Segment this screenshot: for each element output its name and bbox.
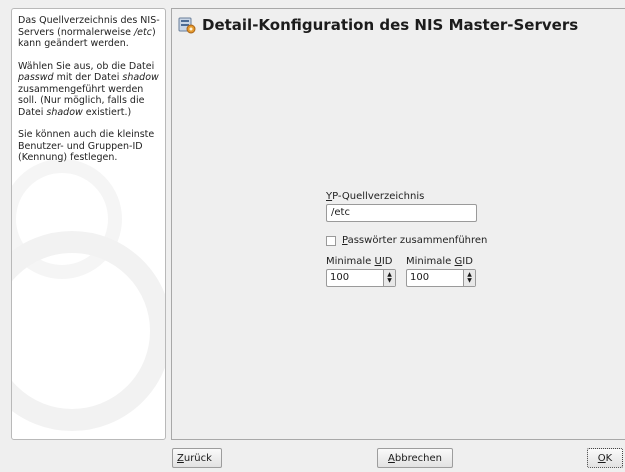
merge-passwords-label[interactable]: Passwörter zusammenführen — [342, 235, 487, 246]
dialog-header: Detail-Konfiguration des NIS Master-Serv… — [178, 13, 625, 37]
min-uid-spinbox[interactable]: 100 ▲ ▼ — [326, 269, 396, 287]
min-gid-label: Minimale GID — [406, 256, 473, 267]
help-decoration-swoosh — [12, 231, 165, 431]
main-panel: Detail-Konfiguration des NIS Master-Serv… — [171, 8, 625, 440]
min-uid-group: Minimale UID 100 ▲ ▼ — [326, 256, 396, 287]
min-uid-label: Minimale UID — [326, 256, 393, 267]
back-button[interactable]: Zurück — [172, 448, 222, 468]
source-dir-input[interactable]: /etc — [326, 204, 477, 222]
min-uid-value[interactable]: 100 — [327, 270, 383, 286]
help-paragraph-source-dir: Das Quellverzeichnis des NIS-Servers (no… — [18, 15, 160, 49]
spin-down-icon[interactable]: ▼ — [387, 278, 392, 284]
cancel-button[interactable]: Abbrechen — [377, 448, 453, 468]
spin-down-icon[interactable]: ▼ — [467, 278, 472, 284]
help-paragraph-ids: Sie können auch die kleinste Benutzer- u… — [18, 129, 155, 163]
config-form: YP-Quellverzeichnis /etc Passwörter zusa… — [326, 191, 526, 287]
merge-passwords-checkbox[interactable] — [326, 235, 336, 246]
id-row: Minimale UID 100 ▲ ▼ Minimale GID 100 ▲ … — [326, 256, 526, 287]
page-title: Detail-Konfiguration des NIS Master-Serv… — [202, 16, 579, 34]
source-dir-label: YP-Quellverzeichnis — [326, 191, 425, 202]
min-uid-stepper[interactable]: ▲ ▼ — [383, 270, 395, 286]
server-config-icon — [178, 16, 196, 34]
min-gid-spinbox[interactable]: 100 ▲ ▼ — [406, 269, 476, 287]
help-panel: Das Quellverzeichnis des NIS-Servers (no… — [11, 8, 166, 440]
min-gid-value[interactable]: 100 — [407, 270, 463, 286]
help-text: Das Quellverzeichnis des NIS-Servers (no… — [18, 15, 163, 175]
merge-passwords-option[interactable]: Passwörter zusammenführen — [326, 235, 526, 246]
min-gid-stepper[interactable]: ▲ ▼ — [463, 270, 475, 286]
help-paragraph-merge: Wählen Sie aus, ob die Datei passwd mit … — [18, 60, 159, 118]
ok-button[interactable]: OK — [587, 448, 623, 468]
min-gid-group: Minimale GID 100 ▲ ▼ — [406, 256, 476, 287]
